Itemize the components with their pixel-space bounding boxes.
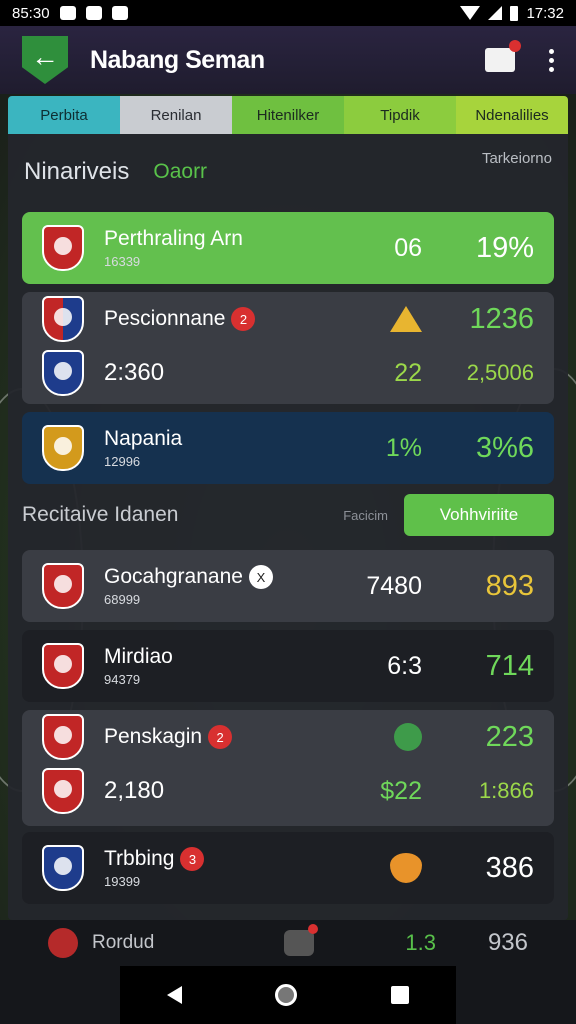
team-crest-icon: [42, 714, 84, 760]
value-primary: 7480: [366, 571, 422, 600]
count-badge: 2: [208, 725, 233, 749]
notification-dot-icon: [509, 40, 521, 52]
section-header: Ninariveis Oaorr Tarkeiorno: [8, 134, 568, 210]
warning-icon: [390, 306, 422, 332]
team-crest-icon: [42, 845, 84, 891]
tab-3[interactable]: Hitenilker: [232, 96, 344, 134]
close-icon[interactable]: X: [248, 565, 273, 589]
status-bar: 85:30 17:32: [0, 0, 576, 26]
count-badge: 3: [180, 847, 205, 871]
recent-apps-icon[interactable]: [391, 986, 410, 1004]
team-code: 19399: [104, 874, 141, 889]
team-crest-icon: [42, 563, 84, 609]
match-row[interactable]: Gocahgranane X 68999 7480 893: [22, 550, 554, 622]
tab-2[interactable]: Renilan: [120, 96, 232, 134]
match-row[interactable]: Napania 12996 1% 3%6: [22, 412, 554, 484]
share-icon[interactable]: [485, 40, 521, 72]
value-secondary: 2,5006: [466, 360, 534, 385]
section-header: Recitaive Idanen Facicim Vohhviriite: [22, 488, 554, 542]
team-name: Rordud: [92, 932, 155, 953]
team-name: Perthraling Arn: [104, 227, 243, 250]
section-small-label: Facicim: [343, 507, 388, 523]
nav-bar-side: [0, 966, 120, 1024]
match-row[interactable]: Trbbing 3 19399 386: [22, 832, 554, 904]
more-options-icon[interactable]: [549, 48, 554, 72]
status-time-left: 85:30: [12, 4, 50, 22]
value-primary: 1%: [385, 433, 422, 462]
value-primary: 6:3: [387, 651, 422, 680]
battery-icon: [510, 5, 519, 21]
team-code: 12996: [104, 454, 141, 469]
team-crest-icon: [42, 643, 84, 689]
team-crest-icon: [42, 425, 84, 471]
section-subtitle-link[interactable]: Oaorr: [153, 160, 207, 184]
match-row[interactable]: Pescionnane 2 1236 2:360 22 2,5006: [22, 292, 554, 404]
value-primary: 06: [394, 233, 422, 262]
value-secondary: 223: [485, 720, 534, 753]
match-row[interactable]: Perthraling Arn 16339 06 19%: [22, 212, 554, 284]
heart-icon[interactable]: [390, 853, 422, 883]
back-arrow-icon[interactable]: ←: [22, 36, 68, 84]
value-secondary: 3%6: [475, 431, 534, 464]
runner-icon: [394, 723, 422, 751]
value-secondary: 386: [485, 851, 534, 884]
team-crest-icon: [42, 296, 84, 342]
match-row[interactable]: Mirdiao 94379 6:3 714: [22, 630, 554, 702]
tab-bar: Perbita Renilan Hitenilker Tipdik Ndenal…: [8, 96, 568, 134]
team-crest-icon: [42, 768, 84, 814]
value-secondary: 714: [485, 649, 534, 682]
team-crest-icon: [42, 225, 84, 271]
system-nav-bar: [120, 966, 456, 1024]
section-right-label: Tarkeiorno: [481, 150, 552, 167]
value-secondary: 19%: [475, 231, 534, 264]
team-name: Napania: [104, 427, 183, 450]
wifi-icon: [460, 6, 481, 20]
match-score: 2:360: [104, 359, 165, 386]
value-secondary: 1236: [469, 302, 534, 335]
team-name: Penskagin: [104, 725, 203, 748]
value-secondary: 936: [487, 929, 528, 956]
tab-1[interactable]: Perbita: [8, 96, 120, 134]
main-panel: Perbita Renilan Hitenilker Tipdik Ndenal…: [8, 96, 568, 920]
status-time-right: 17:32: [526, 4, 564, 22]
notification-icon: [111, 6, 128, 20]
team-crest-icon: [48, 928, 78, 958]
value-primary: 1.3: [405, 930, 436, 955]
back-icon[interactable]: [166, 986, 182, 1004]
notification-icon: [284, 924, 319, 956]
count-badge: 2: [231, 307, 256, 331]
value-secondary: 893: [485, 569, 534, 602]
section-title: Ninariveis: [24, 158, 130, 185]
value-secondary: 1:866: [478, 778, 534, 803]
tab-5[interactable]: Ndenalilies: [456, 96, 568, 134]
team-name: Pescionnane: [104, 307, 226, 330]
value-primary: 22: [394, 358, 422, 387]
notification-icon: [59, 6, 76, 20]
match-score: 2,180: [104, 777, 165, 804]
team-code: 16339: [104, 254, 141, 269]
value-primary: $22: [380, 776, 422, 805]
team-code: 94379: [104, 672, 141, 687]
match-row[interactable]: Rordud 1.3 936: [0, 920, 576, 966]
app-title: Nabang Seman: [90, 45, 265, 74]
home-icon[interactable]: [275, 984, 298, 1006]
action-button[interactable]: Vohhviriite: [404, 494, 554, 536]
nav-bar-side: [456, 966, 576, 1024]
team-code: 68999: [104, 592, 141, 607]
tab-4[interactable]: Tipdik: [344, 96, 456, 134]
team-crest-icon: [42, 350, 84, 396]
match-row[interactable]: Penskagin 2 223 2,180 $22 1:866: [22, 710, 554, 826]
app-bar: ← Nabang Seman: [0, 26, 576, 94]
section-title: Recitaive Idanen: [22, 503, 179, 526]
team-name: Gocahgranane: [104, 565, 243, 588]
team-name: Mirdiao: [104, 645, 173, 668]
team-name: Trbbing: [104, 847, 175, 870]
notification-icon: [85, 6, 102, 20]
signal-icon: [488, 6, 503, 20]
